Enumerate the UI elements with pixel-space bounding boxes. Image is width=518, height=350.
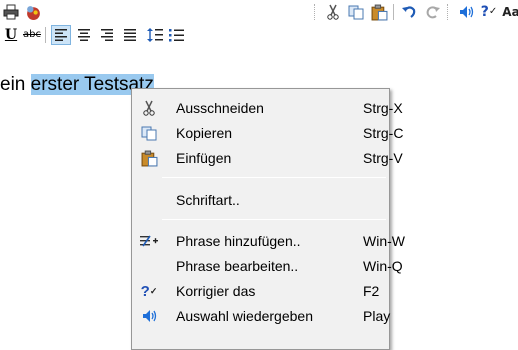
menu-item-label: Phrase hinzufügen.. xyxy=(176,233,301,249)
menu-item-shortcut: Strg-V xyxy=(363,150,403,166)
strikethrough-icon[interactable]: abc xyxy=(21,26,43,44)
app-badge-icon[interactable] xyxy=(24,3,42,21)
cut-icon xyxy=(140,100,158,116)
undo-icon[interactable] xyxy=(400,3,418,21)
toolbar-separator xyxy=(393,4,394,20)
cut-icon[interactable] xyxy=(324,3,342,21)
menu-item-label: Auswahl wiedergeben xyxy=(176,308,313,324)
menu-item-label: Ausschneiden xyxy=(176,100,264,116)
toolbar-row-1: ? ✓ Aa xyxy=(0,0,518,24)
menu-item-shortcut: Play xyxy=(363,308,391,324)
menu-item-cut[interactable]: Ausschneiden Strg-X xyxy=(134,97,403,119)
menu-item-label: Kopieren xyxy=(176,125,233,141)
toolbar-separator xyxy=(314,4,315,20)
menu-item-play-selection[interactable]: Auswahl wiedergeben Play xyxy=(134,305,391,327)
redo-icon[interactable] xyxy=(424,3,442,21)
menu-item-font[interactable]: Schriftart.. xyxy=(134,189,387,211)
menu-item-copy[interactable]: Kopieren Strg-C xyxy=(134,122,403,144)
speaker-icon xyxy=(140,308,158,324)
menu-item-edit-phrase[interactable]: Phrase bearbeiten.. Win-Q xyxy=(134,255,403,277)
spellcheck-icon[interactable]: ? ✓ xyxy=(478,3,500,21)
spellcheck-icon: ? ✓ xyxy=(140,282,158,300)
bullet-list-icon[interactable] xyxy=(167,26,185,44)
context-menu: Ausschneiden Strg-X Kopieren Strg-C Einf… xyxy=(131,88,405,350)
speaker-icon[interactable] xyxy=(457,3,475,21)
menu-item-shortcut: Strg-X xyxy=(363,100,403,116)
line-spacing-icon[interactable] xyxy=(146,26,164,44)
add-phrase-icon xyxy=(140,233,158,249)
toolbar-row-2: U abc xyxy=(0,23,518,47)
menu-item-label: Korrigier das xyxy=(176,283,256,299)
toolbar-separator xyxy=(447,4,448,20)
menu-item-paste[interactable]: Einfügen Strg-V xyxy=(134,147,403,169)
align-center-icon[interactable] xyxy=(75,26,93,44)
editor-text[interactable]: ein xyxy=(0,74,31,95)
align-left-icon[interactable] xyxy=(51,25,71,45)
paste-icon xyxy=(140,150,158,166)
menu-item-shortcut: Strg-C xyxy=(363,125,404,141)
copy-icon[interactable] xyxy=(347,3,365,21)
menu-separator xyxy=(162,219,386,220)
copy-icon xyxy=(140,125,158,141)
menu-item-shortcut: Win-Q xyxy=(363,258,403,274)
menu-item-add-phrase[interactable]: Phrase hinzufügen.. Win-W xyxy=(134,230,405,252)
align-right-icon[interactable] xyxy=(98,26,116,44)
menu-item-label: Schriftart.. xyxy=(176,192,240,208)
menu-item-correct[interactable]: ? ✓ Korrigier das F2 xyxy=(134,280,387,302)
menu-separator xyxy=(162,177,386,178)
toolbar-separator xyxy=(45,27,46,43)
menu-item-label: Phrase bearbeiten.. xyxy=(176,258,299,274)
paste-icon[interactable] xyxy=(370,3,388,21)
menu-item-shortcut: Win-W xyxy=(363,233,405,249)
font-size-icon[interactable]: Aa xyxy=(501,3,518,21)
print-icon[interactable] xyxy=(2,3,20,21)
underline-icon[interactable]: U xyxy=(2,26,20,44)
menu-item-shortcut: F2 xyxy=(363,283,380,299)
justify-icon[interactable] xyxy=(121,26,139,44)
menu-item-label: Einfügen xyxy=(176,150,232,166)
